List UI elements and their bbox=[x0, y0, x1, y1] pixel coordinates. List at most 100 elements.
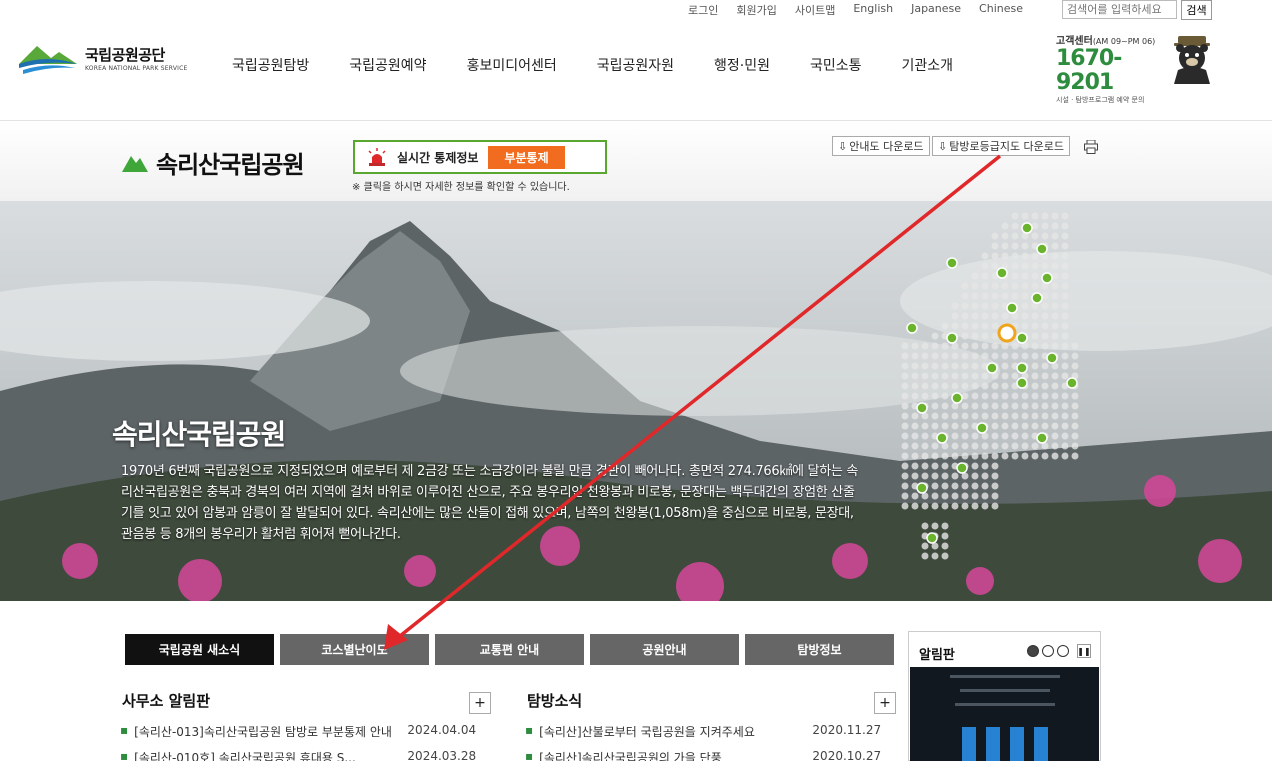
slide-dot-3[interactable] bbox=[1057, 645, 1069, 657]
map-grid-dot bbox=[1031, 452, 1039, 460]
map-grid-dot bbox=[971, 462, 979, 470]
map-grid-dot bbox=[971, 502, 979, 510]
map-grid-dot bbox=[1041, 212, 1049, 220]
map-grid-dot bbox=[921, 452, 929, 460]
site-logo[interactable]: 국립공원공단 KOREA NATIONAL PARK SERVICE bbox=[17, 40, 187, 76]
siren-icon bbox=[368, 148, 386, 166]
map-grid-dot bbox=[941, 462, 949, 470]
map-grid-dot bbox=[911, 492, 919, 500]
office-board-more-button[interactable]: + bbox=[469, 692, 491, 714]
map-grid-dot bbox=[1011, 232, 1019, 240]
page: 로그인 회원가입 사이트맵 English Japanese Chinese 검… bbox=[0, 0, 1272, 761]
map-grid-dot bbox=[951, 482, 959, 490]
map-grid-dot bbox=[941, 322, 949, 330]
map-grid-dot bbox=[1031, 382, 1039, 390]
list-item[interactable]: ▪ [속리산-013]속리산국립공원 탐방로 부분통제 안내 2024.04.0… bbox=[120, 723, 476, 740]
map-grid-dot bbox=[921, 552, 929, 560]
nav-item-resources[interactable]: 국립공원자원 bbox=[577, 55, 694, 75]
map-grid-dot bbox=[971, 442, 979, 450]
map-grid-dot bbox=[1041, 422, 1049, 430]
list-item[interactable]: ▪ [속리산-010호] 속리산국립공원 휴대용 S... 2024.03.28 bbox=[120, 749, 476, 761]
map-grid-dot bbox=[1031, 362, 1039, 370]
map-grid-dot bbox=[1031, 342, 1039, 350]
map-grid-dot bbox=[1011, 432, 1019, 440]
print-icon[interactable] bbox=[1084, 140, 1098, 154]
nav-item-communication[interactable]: 국민소통 bbox=[790, 55, 882, 75]
map-grid-dot bbox=[1001, 442, 1009, 450]
map-grid-dot bbox=[931, 452, 939, 460]
logo-mountain-icon bbox=[19, 46, 77, 74]
map-grid-dot bbox=[1001, 222, 1009, 230]
map-grid-dot bbox=[911, 392, 919, 400]
map-grid-dot bbox=[1061, 272, 1069, 280]
japanese-link[interactable]: Japanese bbox=[902, 2, 970, 18]
nav-item-reservation[interactable]: 국립공원예약 bbox=[329, 55, 446, 75]
nav-item-media[interactable]: 홍보미디어센터 bbox=[447, 55, 577, 75]
pause-icon[interactable]: ❚❚ bbox=[1077, 644, 1091, 658]
map-grid-dot bbox=[1051, 412, 1059, 420]
korea-park-map[interactable] bbox=[890, 211, 1090, 571]
map-grid-dot bbox=[961, 502, 969, 510]
map-grid-dot bbox=[971, 432, 979, 440]
map-grid-dot bbox=[971, 402, 979, 410]
map-grid-dot bbox=[971, 332, 979, 340]
download-trail-map-button[interactable]: ⇩ 탐방로등급지도 다운로드 bbox=[932, 136, 1071, 156]
nav-item-visit[interactable]: 국립공원탐방 bbox=[212, 55, 329, 75]
search-input[interactable] bbox=[1062, 0, 1177, 19]
map-grid-dot bbox=[921, 352, 929, 360]
map-grid-dot bbox=[911, 342, 919, 350]
map-grid-dot bbox=[1001, 382, 1009, 390]
tab-visit-info[interactable]: 탐방정보 bbox=[745, 634, 894, 665]
map-grid-dot bbox=[1041, 342, 1049, 350]
map-grid-dot bbox=[981, 392, 989, 400]
map-grid-dot bbox=[1021, 402, 1029, 410]
tab-course-difficulty[interactable]: 코스별난이도 bbox=[280, 634, 429, 665]
list-item[interactable]: ▪ [속리산]속리산국립공원의 가을 단풍 2020.10.27 bbox=[525, 749, 881, 761]
map-grid-dot bbox=[1051, 442, 1059, 450]
visit-news-more-button[interactable]: + bbox=[874, 692, 896, 714]
map-grid-dot bbox=[971, 492, 979, 500]
content-tabs: 국립공원 새소식 코스별난이도 교통편 안내 공원안내 탐방정보 bbox=[125, 634, 894, 665]
tab-park-news[interactable]: 국립공원 새소식 bbox=[125, 634, 274, 665]
tab-park-info[interactable]: 공원안내 bbox=[590, 634, 739, 665]
english-link[interactable]: English bbox=[844, 2, 902, 18]
map-grid-dot bbox=[1021, 262, 1029, 270]
map-grid-dot bbox=[971, 292, 979, 300]
map-grid-dot bbox=[931, 462, 939, 470]
sitemap-link[interactable]: 사이트맵 bbox=[786, 2, 844, 18]
nav-item-admin[interactable]: 행정·민원 bbox=[694, 55, 790, 75]
map-grid-dot bbox=[1051, 242, 1059, 250]
map-grid-dot bbox=[1061, 442, 1069, 450]
realtime-control-button[interactable]: 실시간 통제정보 부분통제 bbox=[353, 140, 607, 174]
slide-dot-2[interactable] bbox=[1042, 645, 1054, 657]
park-title: 속리산국립공원 bbox=[156, 151, 305, 179]
map-grid-dot bbox=[981, 492, 989, 500]
map-grid-dot bbox=[991, 412, 999, 420]
map-grid-dot bbox=[991, 392, 999, 400]
map-grid-dot bbox=[931, 552, 939, 560]
chinese-link[interactable]: Chinese bbox=[970, 2, 1032, 18]
tab-transportation[interactable]: 교통편 안내 bbox=[435, 634, 584, 665]
slide-dot-1[interactable] bbox=[1027, 645, 1039, 657]
map-grid-dot bbox=[1051, 312, 1059, 320]
map-grid-dot bbox=[971, 342, 979, 350]
map-grid-dot bbox=[911, 462, 919, 470]
map-grid-dot bbox=[961, 352, 969, 360]
download-guide-button[interactable]: ⇩ 안내도 다운로드 bbox=[832, 136, 930, 156]
map-grid-dot bbox=[951, 492, 959, 500]
nav-item-about[interactable]: 기관소개 bbox=[882, 55, 974, 75]
login-link[interactable]: 로그인 bbox=[679, 2, 727, 18]
map-grid-dot bbox=[1041, 452, 1049, 460]
map-grid-dot bbox=[901, 502, 909, 510]
map-grid-dot bbox=[961, 492, 969, 500]
signup-link[interactable]: 회원가입 bbox=[727, 2, 785, 18]
map-grid-dot bbox=[1071, 402, 1079, 410]
search-button[interactable]: 검색 bbox=[1181, 0, 1212, 20]
map-grid-dot bbox=[981, 252, 989, 260]
map-grid-dot bbox=[911, 442, 919, 450]
notice-slide-image[interactable] bbox=[910, 667, 1099, 761]
list-item-date: 2020.10.27 bbox=[812, 749, 882, 761]
list-item[interactable]: ▪ [속리산]산불로부터 국립공원을 지켜주세요 2020.11.27 bbox=[525, 723, 881, 740]
map-grid-dot bbox=[1001, 352, 1009, 360]
current-park-marker bbox=[997, 323, 1017, 343]
